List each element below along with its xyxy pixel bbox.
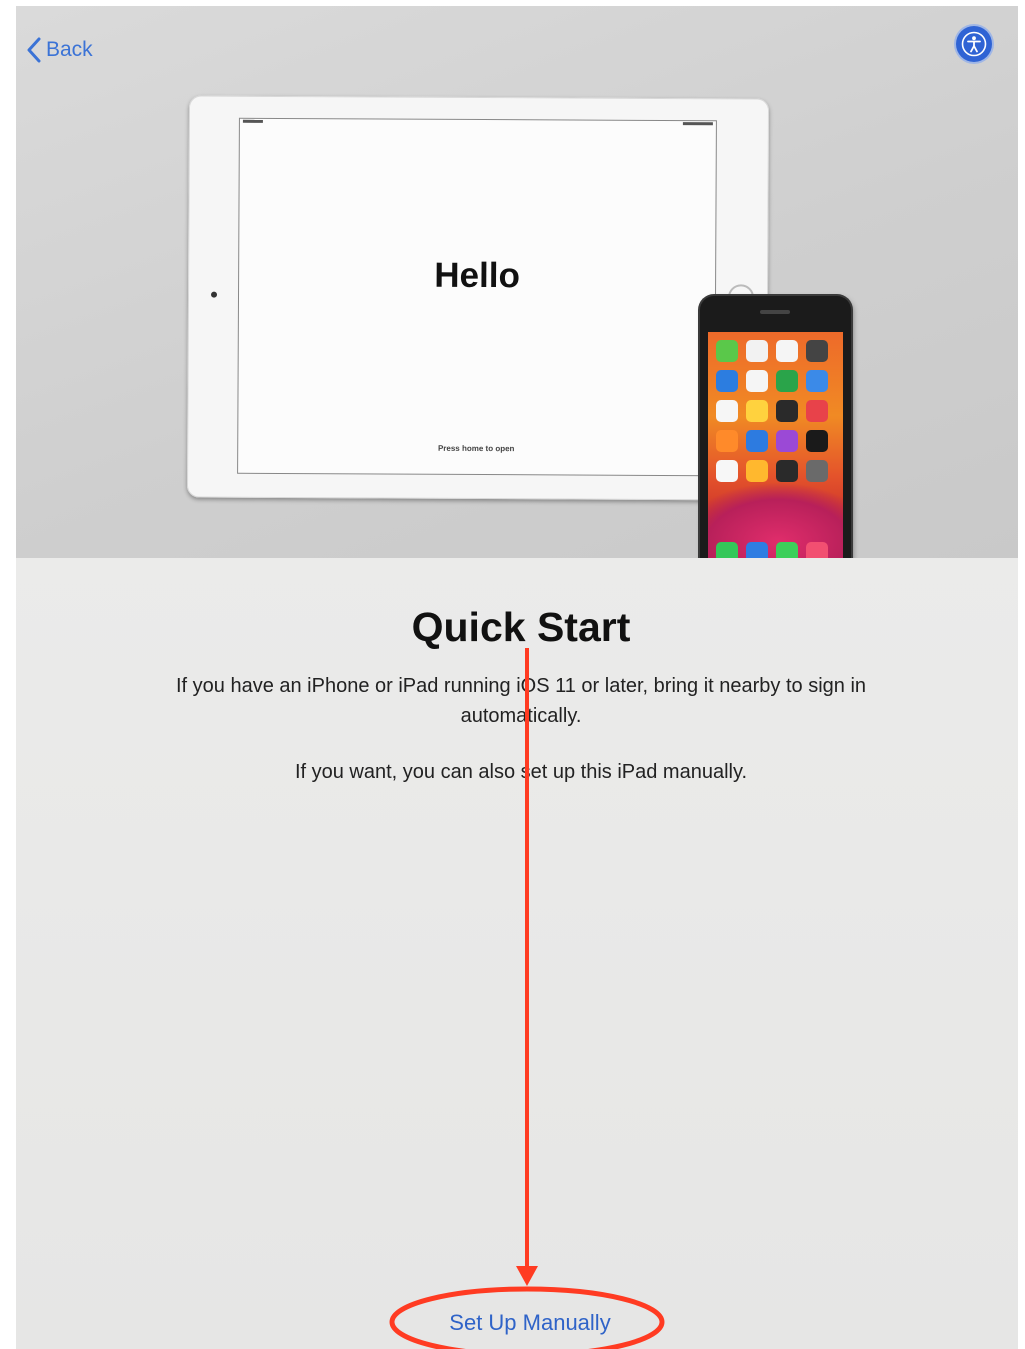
app-icon [806,430,828,452]
dock-app-icon [716,542,738,558]
back-button[interactable]: Back [26,32,93,68]
app-icon [746,370,768,392]
set-up-manually-button[interactable]: Set Up Manually [386,1310,674,1336]
status-bar-time [242,119,263,123]
app-icon [746,460,768,482]
app-icon [746,400,768,422]
status-bar-battery [682,122,713,126]
page-title: Quick Start [411,604,631,650]
app-icon [716,400,738,422]
app-icon [716,430,738,452]
hello-text: Hello [434,255,521,296]
app-icon [776,370,798,392]
dock-app-icon [746,542,768,558]
app-icon [806,340,828,362]
chevron-left-icon [27,37,41,63]
hero-image: Hello Press home to open Back [16,6,1018,558]
app-grid [716,340,836,482]
press-home-hint: Press home to open [437,443,515,454]
back-label: Back [46,38,93,61]
accessibility-icon [961,31,987,57]
app-dock [716,542,836,558]
dock-app-icon [776,542,798,558]
app-icon [716,460,738,482]
app-icon [806,460,828,482]
app-icon [746,430,768,452]
quick-start-description: If you have an iPhone or iPad running iO… [175,675,867,727]
app-icon [806,370,828,392]
iphone-illustration [700,296,851,558]
iphone-speaker [760,310,790,314]
app-icon [716,340,738,362]
app-icon [776,400,798,422]
manual-setup-description: If you want, you can also set up this iP… [294,761,748,783]
ipad-display: Hello Press home to open [237,117,717,477]
setup-screen: Hello Press home to open Back Quick Star… [16,6,1018,1349]
dock-app-icon [806,542,828,558]
accessibility-button[interactable] [956,26,992,62]
iphone-home-screen [708,332,843,558]
app-icon [776,430,798,452]
ipad-camera [210,291,218,298]
app-icon [776,460,798,482]
app-icon [776,340,798,362]
app-icon [806,400,828,422]
app-icon [716,370,738,392]
ipad-illustration: Hello Press home to open [186,95,770,501]
app-icon [746,340,768,362]
